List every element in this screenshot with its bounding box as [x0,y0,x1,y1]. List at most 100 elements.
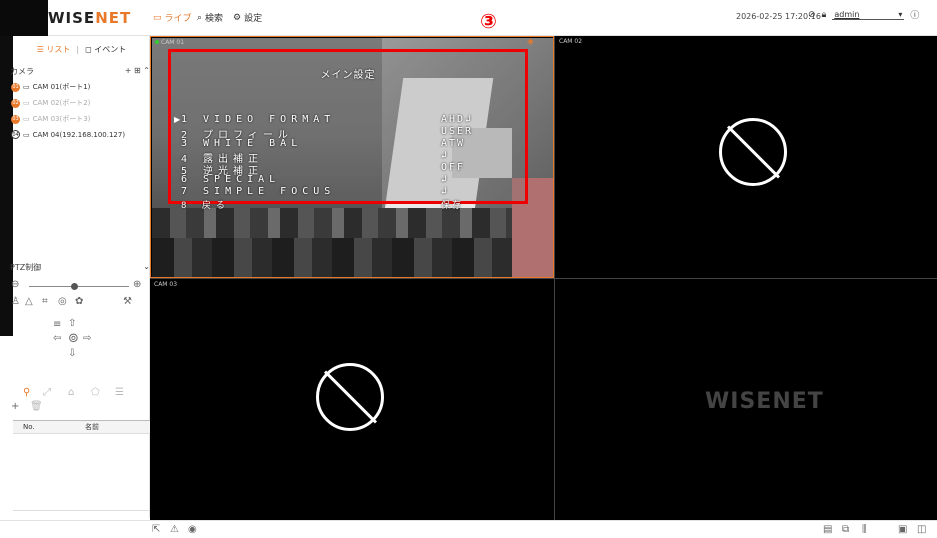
osd-value: 保存 [441,201,464,211]
osd-value: AHD↲ [441,114,474,125]
info-icon[interactable]: ▤ [823,524,832,535]
camera-item-4[interactable]: 04 ▭ CAM 04(192.168.100.127) [11,130,125,139]
osd-cursor-icon: ▶ [174,115,181,124]
preset-icon[interactable]: ⬠ [91,388,100,398]
wisenet-watermark: WISENET [705,389,824,414]
trash-icon[interactable]: 🗑︎ [30,402,43,412]
live-indicator [155,40,159,44]
chart-icon[interactable]: ⫼ [862,524,867,535]
nav-settings[interactable]: ⚙ 設定 [233,11,263,25]
camera-badge: 02 [11,98,20,108]
zoom-out-icon[interactable]: ⊖ [11,280,19,290]
osd-title: メイン設定 [320,70,376,81]
camera-badge: 04 [11,130,20,139]
tile-1-label: CAM 01 [155,39,184,46]
tile-3-label: CAM 03 [154,281,178,288]
record-icon[interactable]: ◉ [188,524,197,535]
sidebar: ☰ リスト | ◻ イベント カメラ + ⊞ ⌃ 01 ▭ CAM 01(ポート1) … [10,36,150,518]
tile-1-name: CAM 01 [161,39,185,46]
ptz-person-icon[interactable]: ♙ [11,297,20,307]
nav-search[interactable]: ⌕ 検索 [197,11,223,25]
arrow-up-icon[interactable]: ⇧ [68,319,76,329]
video-tile-3[interactable]: CAM 03 [150,279,554,520]
help-icon[interactable]: ⓘ [910,8,919,21]
camera-icon: ▭ [23,99,30,107]
grid-divider-h [150,278,937,279]
zoom-in-icon[interactable]: ⊕ [133,280,141,290]
video-tile-1[interactable]: CAM 01 ◈ メイン設定 ▶ 1 VIDEO FORMAT AHD↲ 2 プ… [150,36,554,278]
osd-highlight-box: メイン設定 ▶ 1 VIDEO FORMAT AHD↲ 2 プロフィール USE… [168,49,528,211]
camera-item-2[interactable]: 02 ▭ CAM 02(ポート2) [11,98,90,108]
tab-event[interactable]: ◻ イベント [85,44,126,55]
nav-live-label: ライブ [164,14,192,24]
tab-list[interactable]: ☰ リスト [37,44,71,55]
tour-icon[interactable]: ☰ [115,388,124,398]
camera-label: CAM 01(ポート1) [32,83,91,91]
layout-single-icon[interactable]: ◫ [917,524,926,535]
arrow-down-icon[interactable]: ⇩ [68,349,76,359]
monitor-icon: ▭ [153,12,162,23]
osd-item: 3 WHITE BAL [181,138,303,149]
annotation-badge: ③ [480,9,497,33]
ptz-shape-icon[interactable]: △ [25,297,33,307]
search-icon: ⌕ [197,12,203,23]
alarm-icon[interactable]: ⚠ [170,524,179,535]
swap-icon[interactable]: ⤢ [43,388,51,398]
chevron-down-icon[interactable]: ⌄ [143,262,150,273]
layout-all-icon[interactable]: ▣ [898,524,907,535]
user-name: admin [834,9,860,19]
export-icon[interactable]: ⇱ [152,524,160,535]
osd-value: USER [441,126,474,137]
wrench-icon[interactable]: ⚒ [123,297,132,307]
osd-item: 1 VIDEO FORMAT [181,114,336,125]
arrow-right-icon[interactable]: ⇨ [83,334,91,344]
camera-off-icon[interactable]: ⊘ [808,10,816,20]
camera-badge: 03 [11,114,20,124]
camera-icon: ▭ [23,130,30,139]
video-tile-2[interactable]: CAM 02 [555,36,937,278]
zoom-slider[interactable]: ⊖ ⊕ [11,280,150,292]
top-bar: WISENET ▭ ライブ ⌕ 検索 ⚙ 設定 2026-02-25 17:20:16… [0,0,937,36]
camera-item-1[interactable]: 01 ▭ CAM 01(ポート1) [11,82,90,92]
osd-item: 6 SPECIAL [181,174,281,185]
camera-icon: ▭ [23,83,30,91]
home-icon[interactable]: ⌂ [68,388,74,398]
gear-icon: ⚙ [233,12,242,23]
add-icon[interactable]: + [11,402,19,412]
lock-icon[interactable]: 🔒︎ [822,10,827,20]
sequence-icon[interactable]: ⧉ [842,524,849,535]
camera-label: CAM 04(192.168.100.127) [32,130,126,139]
osd-value: ↲ [441,150,450,161]
col-no: No. [23,423,35,431]
video-tile-4[interactable]: WISENET [555,279,937,520]
bottom-bar: ⇱ ⚠ ◉ ▤ ⧉ ⫼ ▣ ◫ [0,520,937,538]
ptz-center-icon[interactable]: ⊚ [68,332,79,345]
camera-item-3[interactable]: 03 ▭ CAM 03(ポート3) [11,114,90,124]
nav-settings-label: 設定 [244,14,263,24]
osd-value: ↲ [441,186,450,197]
dropdown-arrow-icon: ▾ [898,9,903,19]
zoom-knob[interactable] [71,283,78,290]
user-select[interactable]: admin ▾ [832,9,905,20]
arrow-left-icon[interactable]: ⇦ [53,334,61,344]
ptz-focus-icon[interactable]: ⌗ [42,297,48,307]
no-video-icon [316,363,384,431]
osd-item: 8 戻る [181,201,230,211]
tile-2-label: CAM 02 [559,38,583,45]
ptz-menu-icon[interactable]: ≡ [53,320,61,330]
wisenet-logo: WISENET [48,9,132,27]
tab-divider: | [76,44,80,54]
camera-icon: ▭ [23,115,30,123]
camera-header-actions[interactable]: + ⊞ ⌃ [125,66,150,77]
camera-label: CAM 02(ポート2) [32,99,91,107]
osd-item: 7 SIMPLE FOCUS [181,186,336,197]
left-edge-artifact [0,36,13,336]
camera-badge: 01 [11,82,20,92]
pin-icon[interactable]: ⚲ [23,388,30,398]
osd-value: ↲ [441,174,450,185]
ptz-badge-icon: ◈ [527,37,534,47]
nav-live[interactable]: ▭ ライブ [153,11,192,25]
ptz-settings-icon[interactable]: ✿ [75,297,83,307]
camera-label: CAM 03(ポート3) [32,115,91,123]
ptz-iris-icon[interactable]: ◎ [58,297,67,307]
